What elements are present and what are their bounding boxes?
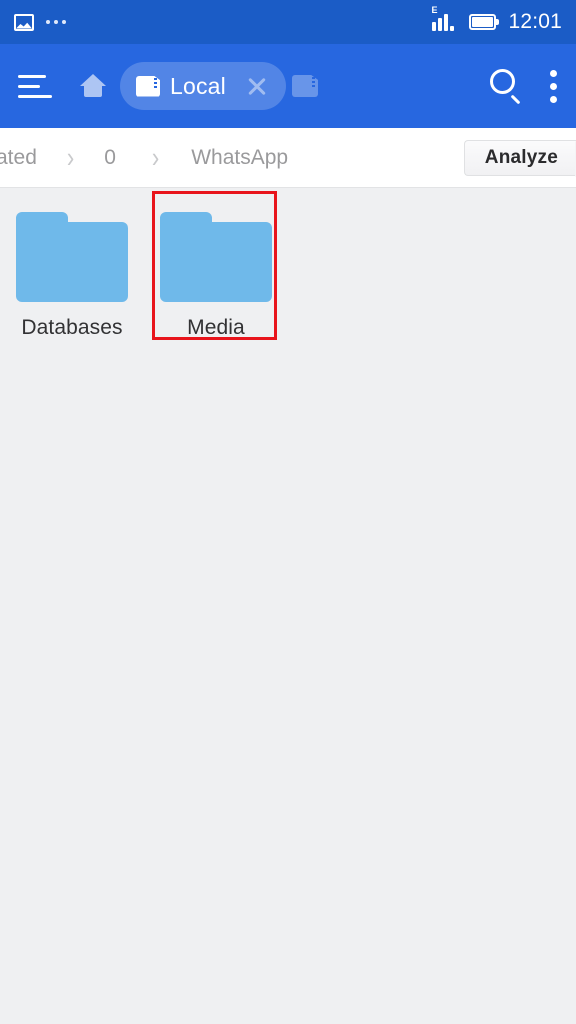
tab-local-label: Local (170, 72, 226, 99)
analyze-button-wrap: Analyze (463, 140, 576, 177)
breadcrumb-item-2[interactable]: WhatsApp (191, 146, 288, 170)
more-vertical-icon[interactable] (550, 69, 558, 103)
signal-bars-icon: E (431, 5, 460, 31)
folder-icon (160, 212, 272, 302)
home-icon[interactable] (80, 74, 106, 98)
app-bar: Local (0, 44, 576, 128)
file-item-label: Databases (21, 316, 123, 339)
status-bar-left (14, 13, 66, 31)
file-grid-area: Databases Media (0, 188, 576, 1024)
hamburger-menu-icon[interactable] (18, 71, 58, 101)
app-bar-actions (490, 69, 558, 105)
battery-icon (469, 14, 500, 30)
image-icon (14, 13, 34, 31)
breadcrumb-separator: › (66, 140, 75, 174)
file-item-label: Media (187, 316, 245, 339)
tab-local[interactable]: Local (120, 62, 286, 110)
breadcrumb: ated › 0 › WhatsApp Analyze (0, 128, 576, 188)
phone-screen: E 12:01 Local ated › 0 › WhatsApp Analyz… (0, 0, 576, 1024)
analyze-button[interactable]: Analyze (463, 140, 576, 177)
breadcrumb-item-1[interactable]: 0 (104, 146, 116, 170)
status-bar-clock: 12:01 (508, 10, 562, 33)
folder-icon (16, 212, 128, 302)
more-dots-icon (46, 20, 66, 24)
breadcrumb-item-0[interactable]: ated (0, 146, 37, 170)
status-bar: E 12:01 (0, 0, 576, 44)
network-type-label: E (431, 4, 438, 15)
file-item-databases[interactable]: Databases (0, 202, 144, 350)
close-icon[interactable] (236, 65, 278, 107)
file-grid: Databases Media (0, 202, 576, 350)
secondary-tab-icon[interactable] (291, 75, 318, 97)
file-item-media[interactable]: Media (144, 202, 288, 350)
search-icon[interactable] (490, 69, 524, 105)
breadcrumb-separator: › (151, 140, 160, 174)
status-bar-right: E 12:01 (431, 5, 562, 34)
sd-card-icon (136, 75, 160, 97)
